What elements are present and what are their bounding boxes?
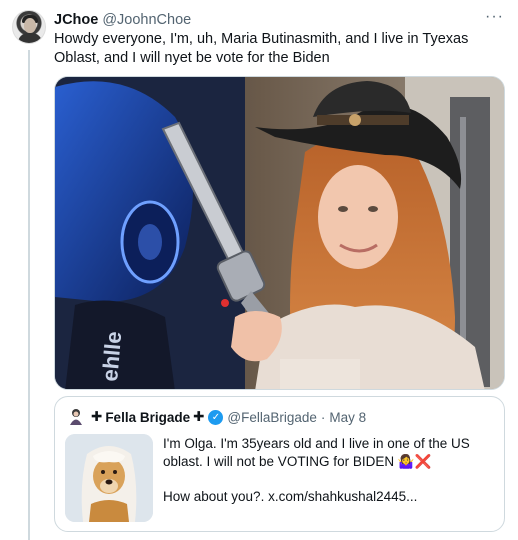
cross-icon: ✚ <box>193 409 205 424</box>
quote-header: ✚ Fella Brigade ✚ ✓ @FellaBrigade · May … <box>67 407 366 427</box>
tweet-text: Howdy everyone, I'm, uh, Maria Butinasmi… <box>54 31 469 66</box>
quote-text-line2[interactable]: How about you?. x.com/shahkushal2445... <box>163 488 493 506</box>
tweet-header: JChoe @JoohnChoe <box>54 10 191 30</box>
author-handle[interactable]: @JoohnChoe <box>102 12 191 28</box>
verified-badge-icon: ✓ <box>208 409 224 425</box>
svg-text:ehlle: ehlle <box>97 330 126 382</box>
author-name[interactable]: JChoe <box>54 12 98 28</box>
tweet-media-image[interactable]: ehlle <box>54 76 505 390</box>
quote-tweet-card[interactable]: ✚ Fella Brigade ✚ ✓ @FellaBrigade · May … <box>54 396 505 532</box>
quote-avatar[interactable] <box>67 408 85 426</box>
avatar[interactable] <box>12 10 46 44</box>
separator-dot: · <box>320 409 326 425</box>
quote-date[interactable]: May 8 <box>329 410 366 425</box>
thread-line <box>28 50 30 540</box>
quote-text: I'm Olga. I'm 35years old and I live in … <box>163 435 493 505</box>
quote-author-name[interactable]: Fella Brigade <box>105 410 190 425</box>
quote-text-line1: I'm Olga. I'm 35years old and I live in … <box>163 436 470 469</box>
more-options-icon[interactable]: ··· <box>485 8 504 26</box>
quote-author-handle[interactable]: @FellaBrigade <box>227 410 317 425</box>
quote-media-thumbnail[interactable] <box>65 434 153 522</box>
cross-icon: ✚ <box>91 409 103 424</box>
